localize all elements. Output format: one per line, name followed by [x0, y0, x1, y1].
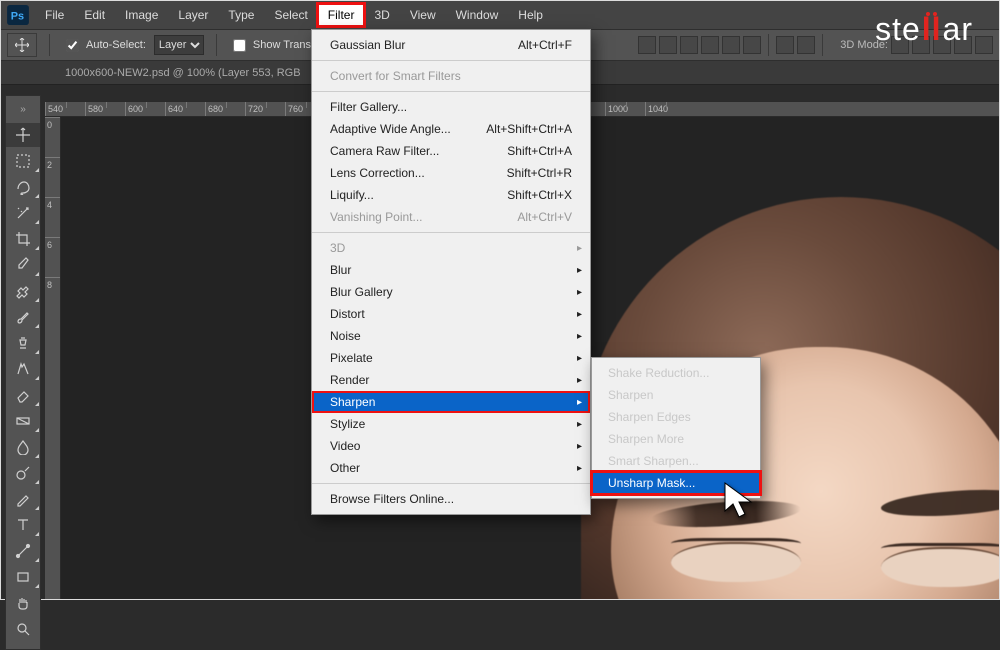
- menu-item-vanishing-point-: Vanishing Point...Alt+Ctrl+V: [312, 206, 590, 228]
- blur-tool[interactable]: [6, 435, 40, 459]
- marquee-tool[interactable]: [6, 149, 40, 173]
- distribute-v-icon[interactable]: [797, 36, 815, 54]
- show-transform-label: Show Transf: [253, 39, 314, 51]
- type-tool[interactable]: [6, 513, 40, 537]
- dodge-tool[interactable]: [6, 461, 40, 485]
- stellar-watermark: ste ll ar: [875, 11, 973, 48]
- eraser-tool[interactable]: [6, 383, 40, 407]
- menu-edit[interactable]: Edit: [74, 4, 115, 26]
- move-tool[interactable]: [6, 123, 40, 147]
- menu-image[interactable]: Image: [115, 4, 168, 26]
- stamp-tool[interactable]: [6, 331, 40, 355]
- align-left-icon[interactable]: [638, 36, 656, 54]
- menu-item-sharpen[interactable]: Sharpen▸: [312, 391, 590, 413]
- menu-item-convert-for-smart-filters: Convert for Smart Filters: [312, 65, 590, 87]
- menu-file[interactable]: File: [35, 4, 74, 26]
- menu-item-pixelate[interactable]: Pixelate▸: [312, 347, 590, 369]
- eyedropper-tool[interactable]: [6, 253, 40, 277]
- menu-item-noise[interactable]: Noise▸: [312, 325, 590, 347]
- separator: [768, 34, 769, 56]
- svg-text:Ps: Ps: [11, 11, 24, 23]
- auto-select-input[interactable]: [66, 39, 79, 52]
- submenu-item-sharpen-more[interactable]: Sharpen More: [592, 428, 760, 450]
- filter-menu-dropdown: Gaussian BlurAlt+Ctrl+F Convert for Smart…: [311, 29, 591, 515]
- lasso-tool[interactable]: [6, 175, 40, 199]
- align-bottom-icon[interactable]: [743, 36, 761, 54]
- menu-item-lens-correction-[interactable]: Lens Correction...Shift+Ctrl+R: [312, 162, 590, 184]
- submenu-item-shake-reduction-[interactable]: Shake Reduction...: [592, 362, 760, 384]
- submenu-item-sharpen[interactable]: Sharpen: [592, 384, 760, 406]
- menu-item-filter-gallery-[interactable]: Filter Gallery...: [312, 96, 590, 118]
- tool-panel: »: [5, 95, 41, 650]
- align-right-icon[interactable]: [680, 36, 698, 54]
- menu-item-gaussian-blur[interactable]: Gaussian BlurAlt+Ctrl+F: [312, 34, 590, 56]
- cursor-pointer-icon: [723, 481, 759, 524]
- menu-item-render[interactable]: Render▸: [312, 369, 590, 391]
- show-transform-checkbox[interactable]: Show Transf: [229, 36, 314, 55]
- history-tool[interactable]: [6, 357, 40, 381]
- menu-3d[interactable]: 3D: [364, 4, 399, 26]
- document-tab-label: 1000x600-NEW2.psd @ 100% (Layer 553, RGB: [65, 67, 301, 79]
- menubar: Ps FileEditImageLayerTypeSelectFilter3DV…: [1, 1, 999, 29]
- submenu-item-smart-sharpen-[interactable]: Smart Sharpen...: [592, 450, 760, 472]
- menu-item-camera-raw-filter-[interactable]: Camera Raw Filter...Shift+Ctrl+A: [312, 140, 590, 162]
- watermark-text: ar: [943, 11, 973, 48]
- auto-select-target-select[interactable]: Layer: [154, 35, 204, 55]
- menu-layer[interactable]: Layer: [168, 4, 218, 26]
- image-detail: [671, 542, 801, 582]
- heal-tool[interactable]: [6, 279, 40, 303]
- menu-item-distort[interactable]: Distort▸: [312, 303, 590, 325]
- rectangle-tool[interactable]: [6, 565, 40, 589]
- menu-item-video[interactable]: Video▸: [312, 435, 590, 457]
- auto-select-checkbox[interactable]: Auto-Select:: [62, 36, 146, 55]
- vertical-ruler: 02468: [45, 117, 61, 599]
- menu-item-blur[interactable]: Blur▸: [312, 259, 590, 281]
- watermark-accent: ll: [922, 12, 942, 48]
- image-detail: [881, 547, 999, 587]
- menu-item-adaptive-wide-angle-[interactable]: Adaptive Wide Angle...Alt+Shift+Ctrl+A: [312, 118, 590, 140]
- sharpen-submenu: Shake Reduction...SharpenSharpen EdgesSh…: [591, 357, 761, 499]
- align-center-v-icon[interactable]: [722, 36, 740, 54]
- separator: [49, 34, 50, 56]
- show-transform-input[interactable]: [233, 39, 246, 52]
- menu-item-other[interactable]: Other▸: [312, 457, 590, 479]
- menu-filter[interactable]: Filter: [318, 4, 365, 26]
- menu-item-browse-filters-online-[interactable]: Browse Filters Online...: [312, 488, 590, 510]
- document-tab[interactable]: 1000x600-NEW2.psd @ 100% (Layer 553, RGB: [55, 64, 311, 82]
- menu-item-stylize[interactable]: Stylize▸: [312, 413, 590, 435]
- menu-type[interactable]: Type: [218, 4, 264, 26]
- separator: [822, 34, 823, 56]
- crop-tool[interactable]: [6, 227, 40, 251]
- path-tool[interactable]: [6, 539, 40, 563]
- menu-window[interactable]: Window: [446, 4, 509, 26]
- menu-item-blur-gallery[interactable]: Blur Gallery▸: [312, 281, 590, 303]
- move-tool-icon[interactable]: [7, 33, 37, 57]
- auto-select-label: Auto-Select:: [86, 39, 146, 51]
- menu-help[interactable]: Help: [508, 4, 553, 26]
- submenu-item-sharpen-edges[interactable]: Sharpen Edges: [592, 406, 760, 428]
- align-top-icon[interactable]: [701, 36, 719, 54]
- wand-tool[interactable]: [6, 201, 40, 225]
- 3d-zoom-icon[interactable]: [975, 36, 993, 54]
- zoom-tool[interactable]: [6, 617, 40, 641]
- menu-select[interactable]: Select: [264, 4, 317, 26]
- hand-tool[interactable]: [6, 591, 40, 615]
- menu-item-liquify-[interactable]: Liquify...Shift+Ctrl+X: [312, 184, 590, 206]
- menu-item-3d: 3D▸: [312, 237, 590, 259]
- gradient-tool[interactable]: [6, 409, 40, 433]
- align-center-h-icon[interactable]: [659, 36, 677, 54]
- separator: [216, 34, 217, 56]
- watermark-text: ste: [875, 11, 921, 48]
- distribute-h-icon[interactable]: [776, 36, 794, 54]
- menu-view[interactable]: View: [400, 4, 446, 26]
- collapse-panel-icon[interactable]: »: [6, 104, 40, 115]
- brush-tool[interactable]: [6, 305, 40, 329]
- photoshop-logo-icon: Ps: [5, 4, 31, 26]
- pen-tool[interactable]: [6, 487, 40, 511]
